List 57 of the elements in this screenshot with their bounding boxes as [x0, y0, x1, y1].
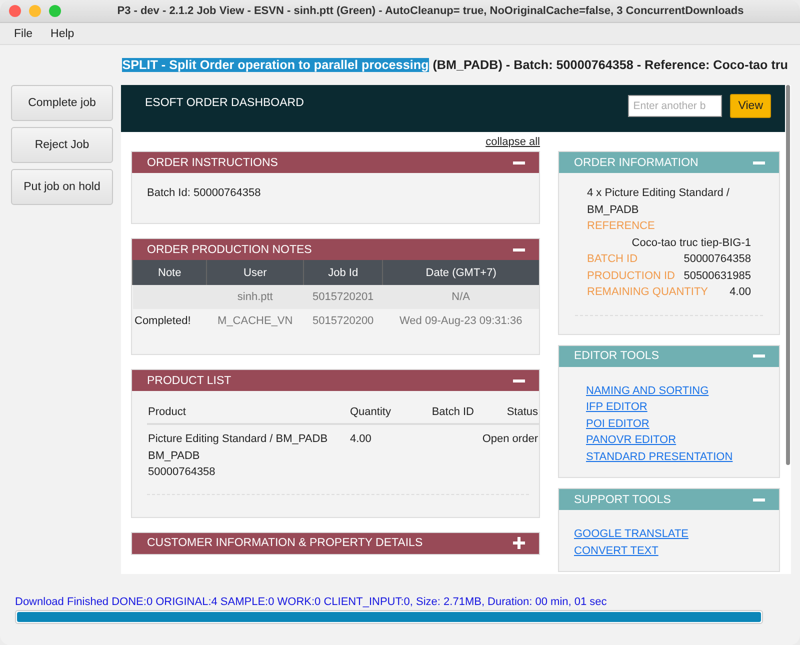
column-header: Status [475, 401, 539, 424]
plus-icon[interactable] [513, 537, 525, 549]
table-cell: Completed! [132, 309, 207, 344]
table-cell: 5015720201 [304, 285, 383, 309]
column-header: Note [132, 260, 207, 285]
table-cell-text: Picture Editing Standard / BM_PADB [148, 432, 329, 447]
table-cell-text: BM_PADB [148, 448, 201, 464]
tool-link[interactable]: POI EDITOR [586, 416, 650, 432]
table-cell: 4.00 [349, 424, 421, 482]
panel-header[interactable]: ORDER PRODUCTION NOTES [132, 239, 539, 260]
batch-id-text: Batch Id: 50000764358 [147, 187, 261, 199]
column-header: Quantity [349, 401, 421, 424]
tool-link[interactable]: IFP EDITOR [586, 399, 648, 416]
column-header: Job Id [304, 260, 383, 285]
product-summary: 4 x Picture Editing Standard / BM_PADB [587, 186, 730, 218]
field-label: PRODUCTION ID [587, 268, 675, 284]
tool-link[interactable]: NAMING AND SORTING [586, 382, 709, 399]
action-button[interactable]: Reject Job [11, 127, 113, 163]
table-cell-text: 50000764358 [148, 465, 216, 480]
job-heading: SPLIT - Split Order operation to parallel processing (BM_PADB) - Batch: 50000764358 - Reference: Coco-tao tru [121, 57, 789, 74]
column-header: Batch ID [421, 401, 475, 424]
menu-item[interactable]: File [14, 28, 33, 40]
field-label: REFERENCE [587, 219, 655, 234]
field-value: 4.00 [730, 285, 751, 300]
field-value: 50500631985 [684, 268, 751, 284]
tool-link[interactable]: PANOVR EDITOR [586, 432, 676, 448]
window-title: P3 - dev - 2.1.2 Job View - ESVN - sinh.ptt (Green) - AutoCleanup= true, NoOriginalCache=false, 3 ConcurrentDownloads [116, 5, 745, 17]
column-header: Date (GMT+7) [382, 260, 539, 285]
tool-link[interactable]: STANDARD PRESENTATION [586, 448, 733, 465]
panel-header[interactable]: CUSTOMER INFORMATION & PROPERTY DETAILS [132, 532, 539, 554]
minimize-button[interactable] [29, 5, 41, 17]
column-header: User [206, 260, 304, 285]
tool-link[interactable]: CONVERT TEXT [574, 542, 658, 559]
table-cell: Open order [475, 424, 539, 482]
table-cell: sinh.ptt [206, 285, 304, 309]
view-button[interactable]: View [730, 94, 771, 118]
column-header: Product [147, 401, 349, 424]
table-cell: 5015720200 [304, 309, 383, 344]
action-button[interactable]: Put job on hold [11, 169, 113, 205]
close-button[interactable] [9, 5, 21, 17]
batch-search-field[interactable]: Enter another b [628, 95, 722, 117]
table-cell: Wed 09-Aug-23 09:31:36 [382, 309, 539, 344]
tool-link[interactable]: GOOGLE TRANSLATE [574, 526, 689, 542]
action-button[interactable]: Complete job [11, 85, 113, 121]
maximize-button[interactable] [49, 5, 61, 17]
field-value: Coco-tao truc tiep-BIG-1 [632, 236, 751, 250]
status-text: Download Finished DONE:0 ORIGINAL:4 SAMPLE:0 WORK:0 CLIENT_INPUT:0, Size: 2.71MB, Duration: 00 min, 01 sec [15, 596, 608, 608]
panel-header[interactable]: PRODUCT LIST [132, 370, 539, 391]
field-label: BATCH ID [587, 252, 638, 267]
field-value: 50000764358 [684, 252, 751, 267]
table-cell: N/A [382, 285, 539, 309]
collapse-all-link[interactable]: collapse all [486, 136, 540, 150]
field-label: REMAINING QUANTITY [587, 285, 708, 300]
dashboard-title: ESOFT ORDER DASHBOARD [145, 97, 305, 109]
table-cell: M_CACHE_VN [206, 309, 304, 344]
panel-header[interactable]: ORDER INSTRUCTIONS [132, 152, 539, 173]
menu-item[interactable]: Help [50, 28, 74, 40]
